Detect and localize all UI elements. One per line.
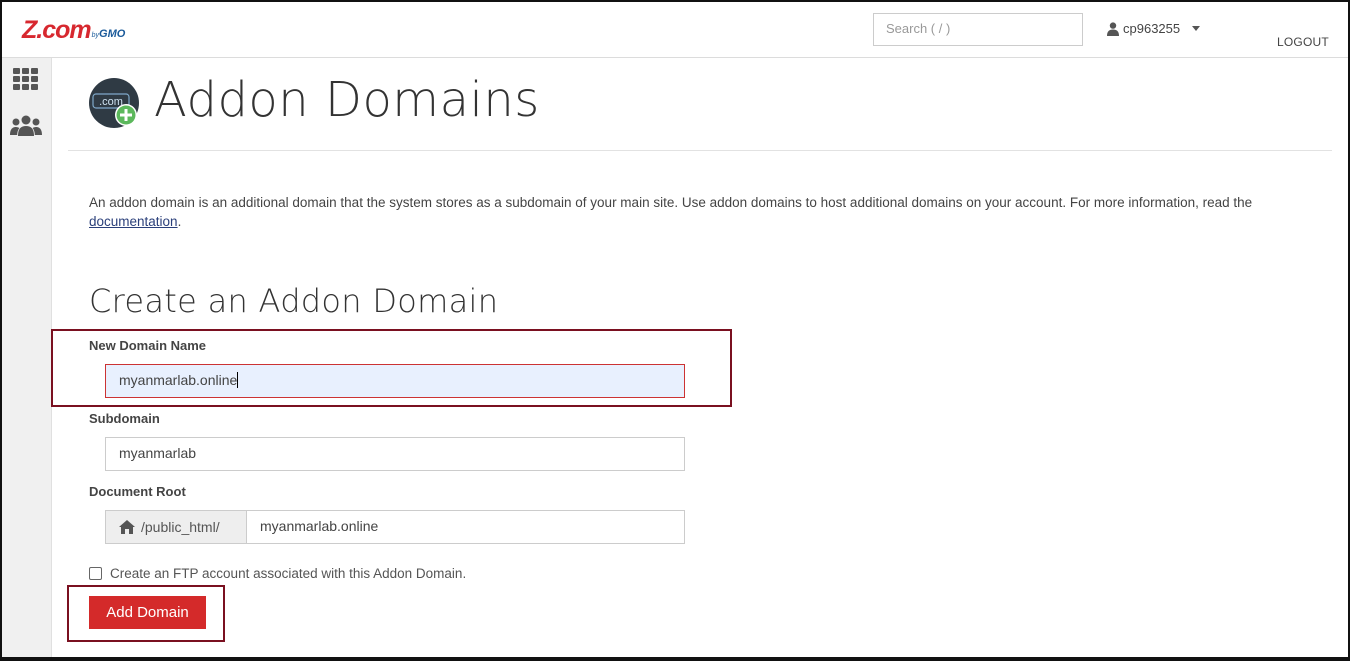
sidebar xyxy=(2,58,52,657)
sidebar-item-tools[interactable] xyxy=(10,64,42,94)
subdomain-input[interactable]: myanmarlab xyxy=(105,437,685,471)
ftp-label: Create an FTP account associated with th… xyxy=(110,566,467,581)
document-root-prefix: /public_html/ xyxy=(105,510,247,544)
documentation-link[interactable]: documentation xyxy=(89,214,178,229)
search-input[interactable]: Search ( / ) xyxy=(873,13,1083,46)
subdomain-label: Subdomain xyxy=(89,411,160,426)
user-menu[interactable]: cp963255 xyxy=(1107,21,1201,36)
username-label: cp963255 xyxy=(1123,21,1181,36)
logo-gmo-text: GMO xyxy=(99,28,126,40)
highlight-box-domain xyxy=(51,329,732,407)
page-description: An addon domain is an additional domain … xyxy=(89,193,1269,231)
highlight-box-button xyxy=(67,585,225,642)
brand-logo[interactable]: Z.com by GMO xyxy=(22,16,126,44)
section-title: Create an Addon Domain xyxy=(89,282,499,320)
page-title: Addon Domains xyxy=(154,72,540,128)
document-root-prefix-text: /public_html/ xyxy=(141,519,220,535)
title-divider xyxy=(68,150,1332,151)
addon-domain-icon: .com xyxy=(89,78,139,128)
home-icon xyxy=(119,520,135,534)
description-end: . xyxy=(177,214,182,229)
users-icon xyxy=(10,115,42,136)
logo-text: Z.com xyxy=(22,16,92,44)
sidebar-item-users[interactable] xyxy=(10,111,42,141)
ftp-option[interactable]: Create an FTP account associated with th… xyxy=(89,566,466,581)
document-root-input[interactable]: myanmarlab.online xyxy=(247,510,685,544)
document-root-label: Document Root xyxy=(89,484,186,499)
chevron-down-icon xyxy=(1192,26,1201,31)
logout-link[interactable]: LOGOUT xyxy=(1277,35,1329,49)
logo-by-text: by xyxy=(91,32,100,39)
ftp-checkbox[interactable] xyxy=(89,567,102,580)
top-navbar: Z.com by GMO Search ( / ) cp963255 LOGOU… xyxy=(2,2,1348,58)
grid-icon xyxy=(13,68,38,90)
document-root-group: /public_html/ myanmarlab.online xyxy=(105,510,685,544)
icon-com-text: .com xyxy=(99,96,123,108)
description-text: An addon domain is an additional domain … xyxy=(89,195,1253,210)
user-icon xyxy=(1107,21,1119,36)
